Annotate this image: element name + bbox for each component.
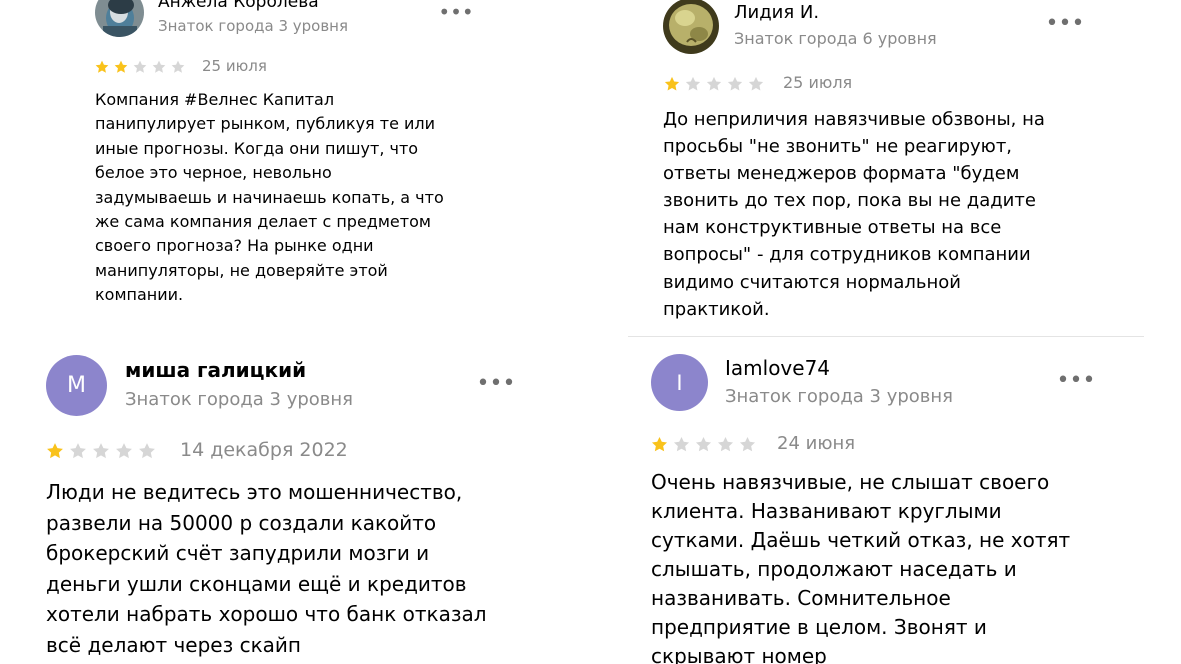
star-empty-icon (116, 443, 132, 459)
more-horizontal-icon[interactable]: ••• (438, 0, 473, 24)
review-text: До неприличия навязчивые обзвоны, на про… (663, 109, 1045, 320)
star-empty-icon (673, 436, 690, 452)
review-card: I Iamlove74 Знаток города 3 уровня ••• 2… (620, 340, 1160, 664)
star-empty-icon (70, 443, 86, 459)
rating-stars (650, 435, 760, 454)
author-level: Знаток города 3 уровня (158, 17, 349, 35)
author-level: Знаток города 3 уровня (725, 386, 954, 407)
avatar-photo (663, 0, 719, 54)
star-filled-icon (664, 76, 680, 91)
avatar[interactable] (95, 0, 144, 37)
review-card: Лидия И. Знаток города 6 уровня ••• 25 и… (630, 0, 1150, 336)
star-empty-icon (695, 436, 712, 452)
review-text: Очень навязчивые, не слышат своего клиен… (651, 470, 1071, 664)
author-level: Знаток города 3 уровня (125, 389, 354, 410)
star-empty-icon (133, 60, 147, 73)
review-text: Люди не ведитесь это мошенничество, разв… (46, 480, 487, 657)
more-horizontal-icon[interactable]: ••• (1046, 11, 1085, 36)
author-name[interactable]: Iamlove74 (725, 356, 830, 380)
review-date: 25 июля (202, 57, 267, 75)
more-horizontal-icon[interactable]: ••• (477, 371, 516, 396)
star-filled-icon (47, 443, 63, 459)
star-filled-icon (95, 60, 109, 73)
avatar-photo (95, 0, 144, 37)
star-filled-icon (114, 60, 128, 73)
more-horizontal-icon[interactable]: ••• (1057, 368, 1096, 393)
avatar[interactable]: М (46, 355, 107, 416)
author-name[interactable]: Лидия И. (734, 2, 819, 23)
review-date: 14 декабря 2022 (180, 439, 348, 461)
review-text: Компания #Велнес Капитал панипулирует ры… (95, 90, 444, 305)
avatar[interactable] (663, 0, 719, 54)
star-empty-icon (685, 76, 701, 91)
star-empty-icon (93, 443, 109, 459)
rating-stars (45, 441, 160, 461)
divider (628, 336, 1144, 337)
author-level: Знаток города 6 уровня (734, 29, 937, 48)
author-name[interactable]: миша галицкий (125, 358, 306, 382)
star-empty-icon (171, 60, 185, 73)
star-empty-icon (717, 436, 734, 452)
star-empty-icon (739, 436, 756, 452)
rating-stars (663, 75, 768, 93)
review-date: 24 июня (777, 433, 856, 454)
avatar[interactable]: I (651, 354, 708, 411)
star-empty-icon (748, 76, 764, 91)
rating-stars (94, 59, 189, 75)
review-date: 25 июля (783, 73, 853, 92)
star-empty-icon (706, 76, 722, 91)
review-card: Анжела Королева Знаток города 3 уровня •… (60, 0, 580, 332)
star-empty-icon (152, 60, 166, 73)
review-card: М миша галицкий Знаток города 3 уровня •… (0, 340, 590, 664)
star-filled-icon (651, 436, 668, 452)
author-name[interactable]: Анжела Королева (158, 0, 319, 12)
star-empty-icon (727, 76, 743, 91)
star-empty-icon (139, 443, 155, 459)
